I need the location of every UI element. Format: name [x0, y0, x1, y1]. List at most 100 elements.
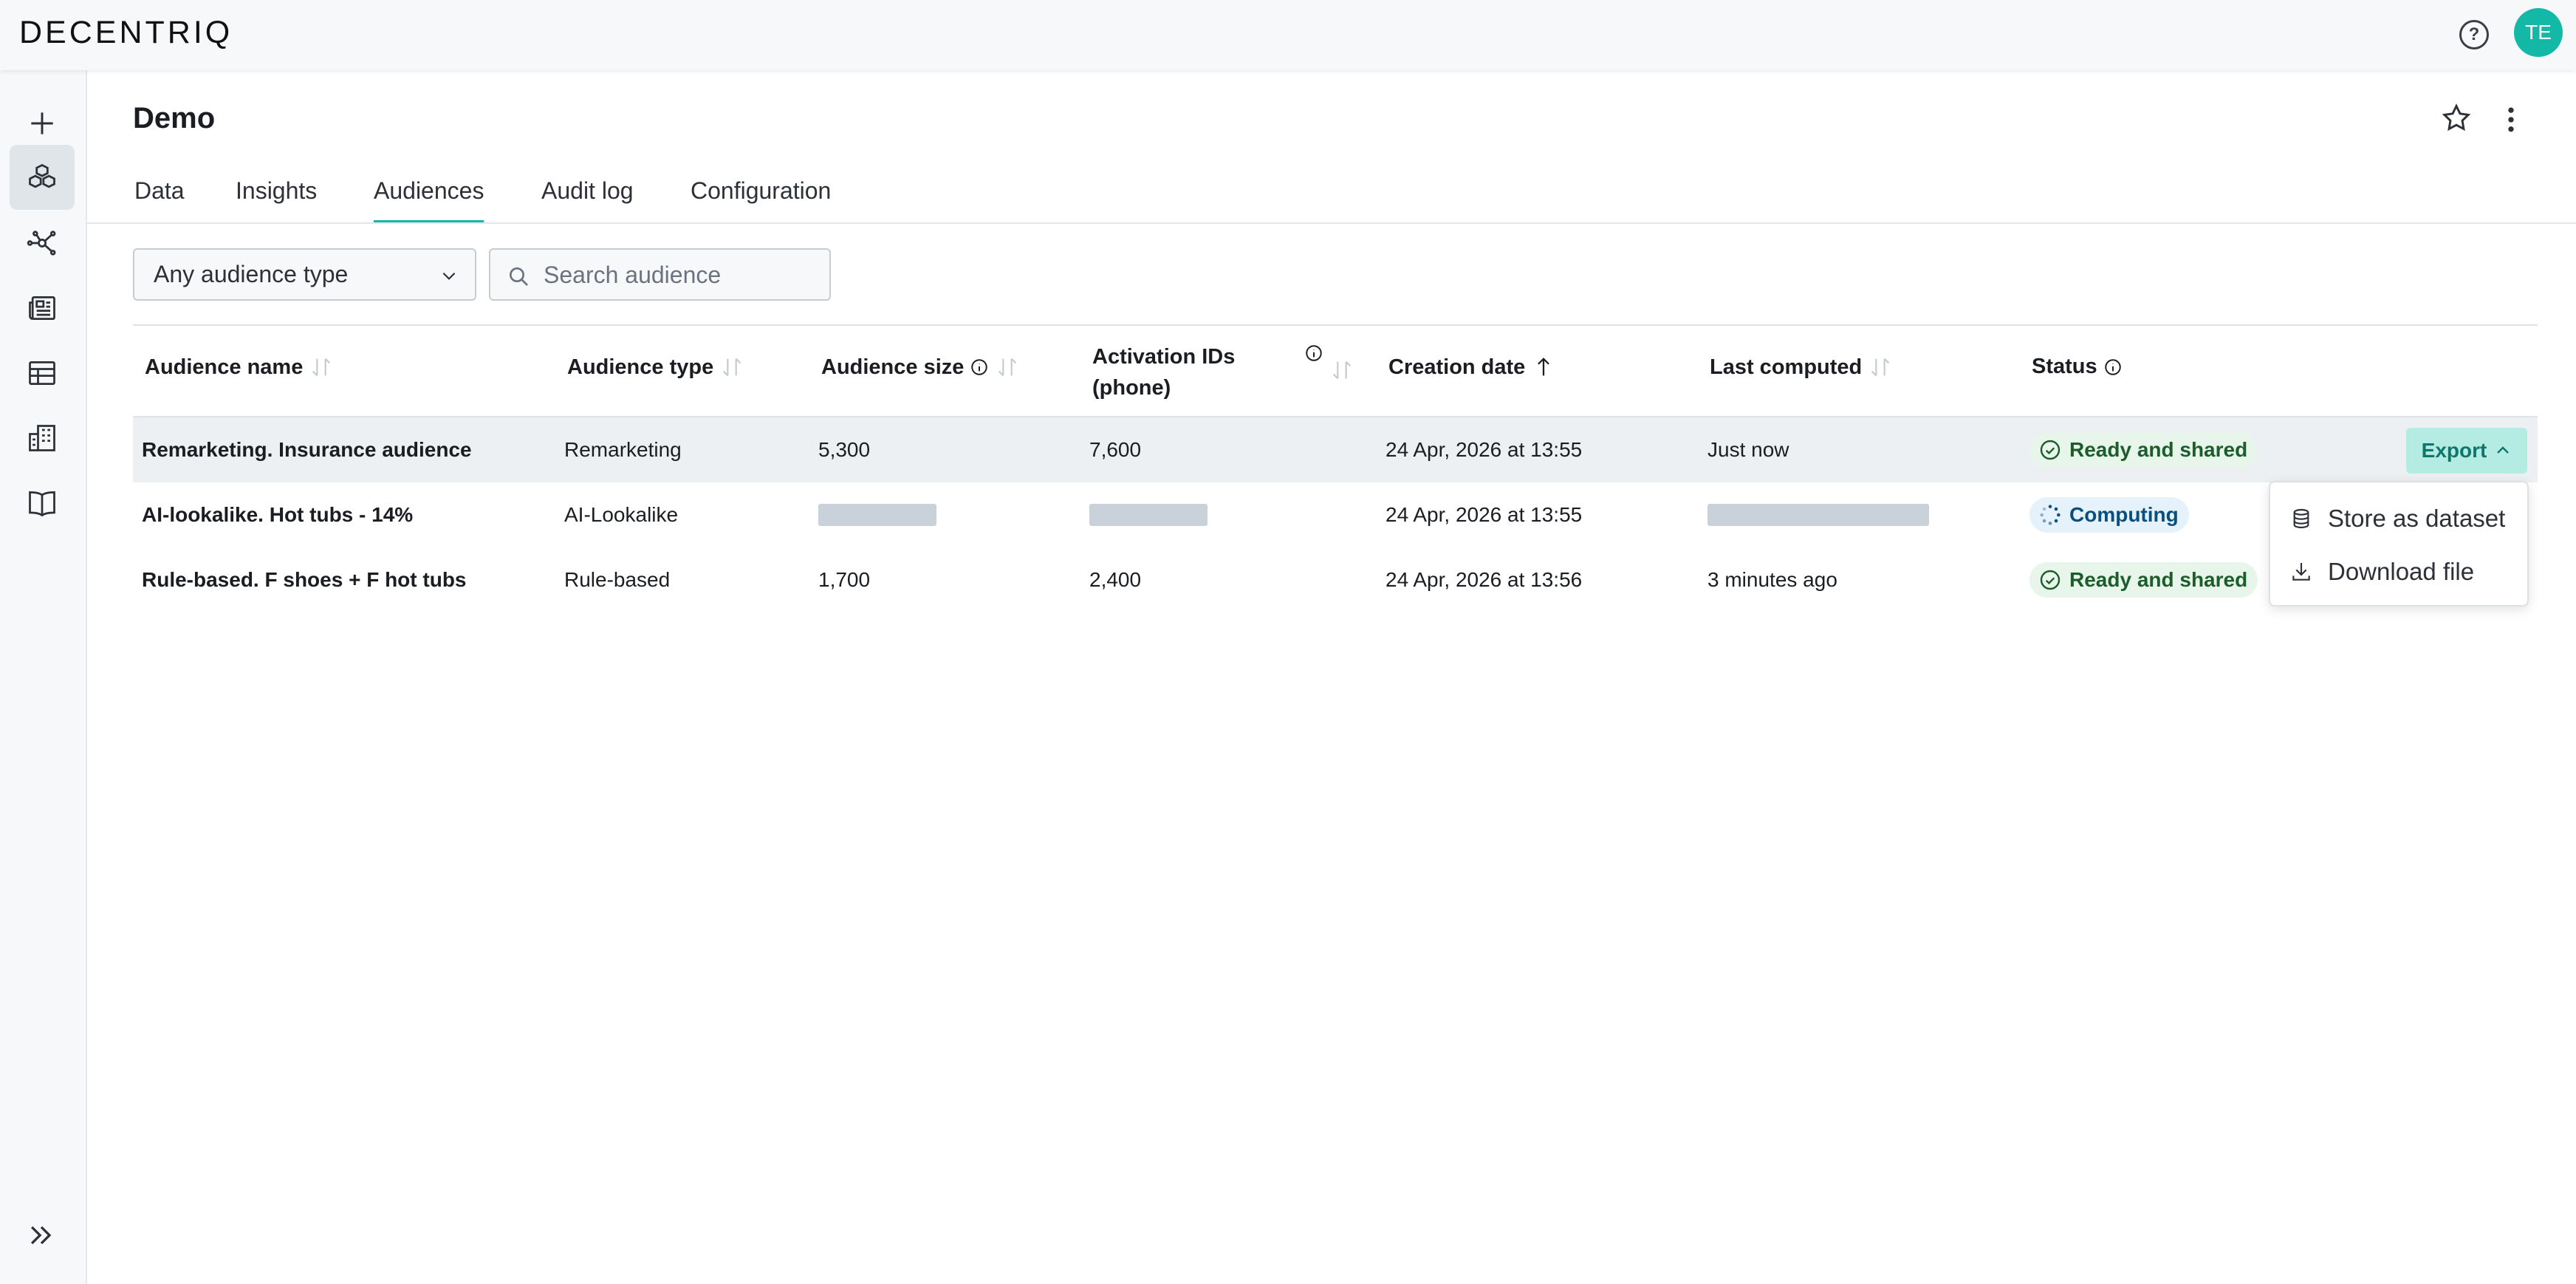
status-badge: Ready and shared [2029, 562, 2258, 598]
newspaper-icon [29, 296, 55, 321]
table-row[interactable]: Rule-based. F shoes + F hot tubs Rule-ba… [133, 547, 2538, 612]
table-icon [29, 361, 55, 386]
column-label: Creation date [1388, 355, 1526, 379]
cell-audience-name[interactable]: AI-lookalike. Hot tubs - 14% [142, 482, 413, 547]
tab-audiences[interactable]: Audiences [374, 177, 484, 223]
cell-activation-ids: 2,400 [1089, 568, 1142, 591]
plus-icon [31, 112, 53, 134]
app-logo[interactable]: DECENTRIQ [19, 15, 233, 51]
status-badge: Ready and shared [2029, 432, 2258, 468]
sort-ascending-icon[interactable] [1531, 355, 1556, 380]
column-label: Audience name [145, 355, 304, 379]
sort-icon[interactable] [309, 355, 334, 380]
column-header-audience-name[interactable]: Audience name [145, 355, 334, 380]
search-audience-field[interactable] [489, 248, 831, 301]
cell-last-computed-loading [1707, 482, 1929, 547]
search-audience-input[interactable] [544, 259, 817, 291]
column-label: Activation IDs [1092, 345, 1236, 369]
chevron-down-icon [442, 272, 456, 280]
table-top-border [133, 324, 2538, 326]
check-circle-icon [2040, 570, 2061, 590]
tab-configuration[interactable]: Configuration [691, 177, 831, 223]
sidebar-item-datasets[interactable] [10, 341, 75, 406]
sidebar-item-network[interactable] [10, 211, 75, 276]
cell-creation-date: 24 Apr, 2026 at 13:55 [1385, 438, 1583, 461]
download-icon [2292, 563, 2310, 581]
search-icon [510, 267, 528, 286]
export-menu: Store as dataset Download file [2269, 481, 2529, 607]
status-text: Ready and shared [2069, 438, 2248, 461]
sidebar-item-publications[interactable] [10, 276, 75, 341]
cell-last-computed: 3 minutes ago [1707, 568, 1837, 591]
tab-data[interactable]: Data [134, 177, 185, 223]
export-button[interactable]: Export [2406, 428, 2527, 474]
book-icon [29, 491, 55, 517]
info-icon[interactable] [970, 358, 989, 377]
sidebar-item-docs[interactable] [10, 471, 75, 536]
cell-audience-type: Remarketing [564, 438, 682, 461]
status-text: Ready and shared [2069, 568, 2248, 591]
status-text: Computing [2069, 503, 2179, 526]
column-header-audience-size[interactable]: Audience size [821, 355, 1020, 380]
database-icon [2293, 508, 2309, 529]
column-label-secondary: (phone) [1092, 376, 1171, 400]
menu-item-download-file[interactable]: Download file [2270, 546, 2530, 598]
tab-audit-log[interactable]: Audit log [541, 177, 634, 223]
loading-skeleton [1089, 504, 1208, 526]
column-header-last-computed[interactable]: Last computed [1710, 355, 1893, 380]
menu-item-store-as-dataset[interactable]: Store as dataset [2270, 493, 2530, 544]
column-label: Last computed [1710, 355, 1863, 379]
sort-icon[interactable] [719, 355, 744, 380]
column-header-activation-ids[interactable]: Activation IDs (phone) [1092, 341, 1235, 403]
sort-icon[interactable] [1329, 358, 1354, 383]
cell-audience-type: Rule-based [564, 568, 671, 591]
top-bar: DECENTRIQ ? TE [0, 0, 2576, 70]
double-chevron-right-icon[interactable] [25, 1219, 58, 1251]
column-label: Status [2032, 355, 2097, 378]
star-icon[interactable] [2440, 102, 2473, 134]
column-header-audience-type[interactable]: Audience type [567, 355, 744, 380]
column-label: Audience type [567, 355, 714, 379]
column-label: Audience size [821, 355, 965, 379]
column-header-status[interactable]: Status [2032, 355, 2123, 379]
more-vertical-icon[interactable] [2504, 103, 2518, 136]
loading-skeleton [818, 504, 936, 526]
export-button-label: Export [2421, 439, 2487, 462]
loading-skeleton [1707, 504, 1929, 526]
tabs-divider [87, 222, 2576, 224]
audience-type-select-value: Any audience type [154, 261, 349, 287]
cell-audience-size-loading [818, 482, 936, 547]
sort-icon[interactable] [1868, 355, 1893, 380]
menu-item-label: Store as dataset [2328, 505, 2506, 532]
cell-creation-date: 24 Apr, 2026 at 13:56 [1385, 568, 1583, 591]
sidebar-item-organizations[interactable] [10, 406, 75, 471]
building-icon [29, 425, 55, 451]
cell-activation-ids-loading [1089, 482, 1208, 547]
user-avatar[interactable]: TE [2514, 8, 2563, 57]
sidebar-item-clean-rooms[interactable] [10, 145, 75, 210]
page-title: Demo [133, 102, 216, 134]
column-header-creation-date[interactable]: Creation date [1388, 355, 1556, 380]
cell-audience-name[interactable]: Rule-based. F shoes + F hot tubs [142, 547, 467, 612]
cell-audience-size: 5,300 [818, 438, 871, 461]
info-icon[interactable] [2103, 358, 2123, 377]
check-circle-icon [2040, 440, 2061, 460]
menu-item-label: Download file [2328, 558, 2475, 585]
sidebar [0, 70, 87, 1284]
info-icon[interactable] [1304, 344, 1323, 363]
tab-insights[interactable]: Insights [236, 177, 317, 223]
table-row[interactable]: Remarketing. Insurance audience Remarket… [133, 417, 2538, 482]
audience-type-select[interactable]: Any audience type [133, 248, 476, 301]
cell-audience-type: AI-Lookalike [564, 503, 679, 526]
cubes-icon [29, 163, 55, 188]
table-row[interactable]: AI-lookalike. Hot tubs - 14% AI-Lookalik… [133, 482, 2538, 547]
cell-activation-ids: 7,600 [1089, 438, 1142, 461]
help-icon[interactable]: ? [2459, 20, 2489, 49]
sort-icon[interactable] [995, 355, 1020, 380]
chevron-up-icon [2497, 446, 2510, 454]
network-icon [27, 230, 56, 256]
cell-creation-date: 24 Apr, 2026 at 13:55 [1385, 503, 1583, 526]
cell-audience-name[interactable]: Remarketing. Insurance audience [142, 417, 472, 482]
cell-audience-size: 1,700 [818, 568, 871, 591]
status-badge: Computing [2029, 497, 2189, 533]
